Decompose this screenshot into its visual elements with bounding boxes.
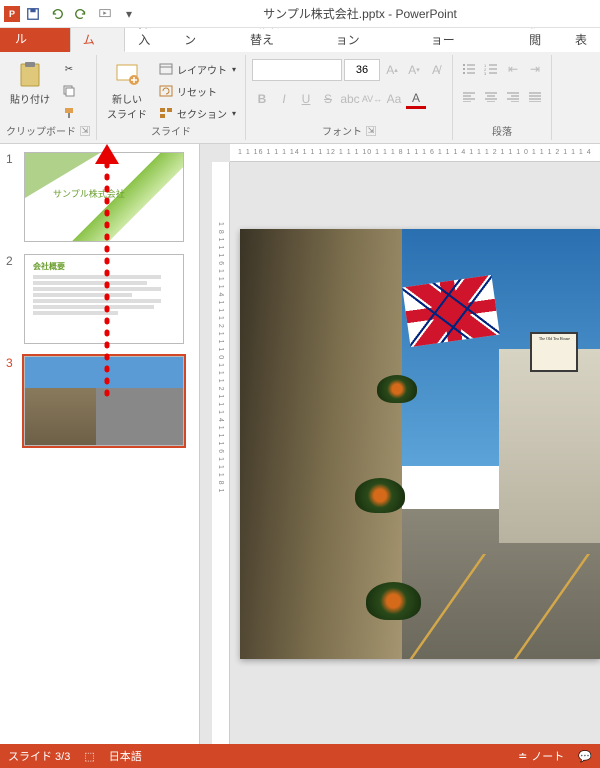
copy-icon — [61, 83, 77, 99]
slide-indicator[interactable]: スライド 3/3 — [8, 748, 70, 764]
status-bar: スライド 3/3 ⬚ 日本語 ≐ ノート 💬 — [0, 744, 600, 768]
increase-font-icon[interactable]: A▴ — [382, 60, 402, 80]
hanging-basket — [377, 375, 417, 403]
paragraph-group-label: 段落 — [492, 123, 512, 138]
shop-sign: The Old Tea House — [530, 332, 578, 372]
increase-indent-button[interactable]: ⇥ — [525, 59, 545, 79]
undo-icon[interactable] — [46, 3, 68, 25]
slide-thumbnails-panel[interactable]: 1 サンプル株式会社 2 会社概要 3 — [0, 144, 200, 744]
language-indicator[interactable]: 日本語 — [109, 748, 142, 764]
redo-icon[interactable] — [70, 3, 92, 25]
section-icon — [158, 105, 174, 121]
thumb-preview: 会社概要 — [24, 254, 184, 344]
clear-formatting-icon[interactable]: A̸ — [426, 60, 446, 80]
scissors-icon: ✂ — [61, 61, 77, 77]
layout-button[interactable]: レイアウト▾ — [155, 59, 239, 79]
format-painter-button[interactable] — [58, 103, 80, 123]
thumb-number: 1 — [6, 152, 18, 242]
paste-label: 貼り付け — [10, 91, 50, 106]
group-clipboard: 貼り付け ✂ クリップボード ⇲ — [0, 55, 97, 140]
vertical-ruler: 1 8 1 1 1 6 1 1 1 4 1 1 1 2 1 1 1 0 1 1 … — [212, 162, 230, 744]
section-button[interactable]: セクション▾ — [155, 103, 239, 123]
comments-icon[interactable]: 💬 — [578, 750, 592, 763]
window-title: サンプル株式会社.pptx - PowerPoint — [263, 5, 457, 22]
strike-button[interactable]: S — [318, 89, 338, 109]
tab-view[interactable]: 表 — [562, 27, 600, 52]
horizontal-ruler: 1 1 16 1 1 1 14 1 1 1 12 1 1 1 10 1 1 1 … — [230, 144, 600, 162]
thumb-preview — [24, 356, 184, 446]
ribbon: 貼り付け ✂ クリップボード ⇲ 新しい スライド レイアウト▾ リセット セクシ… — [0, 52, 600, 144]
align-left-button[interactable] — [459, 87, 479, 107]
svg-text:3: 3 — [484, 71, 487, 75]
spellcheck-icon[interactable]: ⬚ — [84, 750, 94, 763]
thumb-number: 3 — [6, 356, 18, 446]
font-color-button[interactable]: A — [406, 89, 426, 109]
hanging-basket — [355, 478, 405, 513]
shadow-button[interactable]: abc — [340, 89, 360, 109]
brush-icon — [61, 105, 77, 121]
reset-icon — [158, 83, 174, 99]
underline-button[interactable]: U — [296, 89, 316, 109]
start-from-beginning-icon[interactable] — [94, 3, 116, 25]
qat-dropdown-icon[interactable]: ▾ — [118, 3, 140, 25]
chevron-down-icon: ▾ — [232, 109, 236, 118]
font-group-label: フォント — [322, 123, 362, 138]
thumb-preview: サンプル株式会社 — [24, 152, 184, 242]
font-family-select[interactable] — [252, 59, 342, 81]
workspace: 1 サンプル株式会社 2 会社概要 3 1 1 16 1 1 1 14 1 1 … — [0, 144, 600, 744]
copy-button[interactable] — [58, 81, 80, 101]
align-center-button[interactable] — [481, 87, 501, 107]
slide-image: The Old Tea House — [240, 229, 600, 659]
group-paragraph: 123 ⇤ ⇥ 段落 — [453, 55, 552, 140]
layout-icon — [158, 61, 174, 77]
paste-button[interactable]: 貼り付け — [6, 59, 54, 108]
union-jack-flag — [402, 275, 499, 347]
new-slide-label: 新しい スライド — [107, 91, 147, 121]
hanging-basket — [366, 582, 421, 620]
decrease-indent-button[interactable]: ⇤ — [503, 59, 523, 79]
bold-button[interactable]: B — [252, 89, 272, 109]
slide-editor[interactable]: 1 1 16 1 1 1 14 1 1 1 12 1 1 1 10 1 1 1 … — [200, 144, 600, 744]
justify-button[interactable] — [525, 87, 545, 107]
save-icon[interactable] — [22, 3, 44, 25]
thumbnail-1[interactable]: 1 サンプル株式会社 — [6, 152, 193, 242]
clipboard-icon — [16, 61, 44, 89]
current-slide[interactable]: The Old Tea House — [240, 229, 600, 659]
slides-group-label: スライド — [151, 123, 191, 138]
italic-button[interactable]: I — [274, 89, 294, 109]
thumb-number: 2 — [6, 254, 18, 344]
ribbon-tabs: ファイル ホーム 挿入 デザイン 画面切り替え アニメーション スライド ショー… — [0, 28, 600, 52]
group-font: A▴ A▾ A̸ B I U S abc AV↔ Aa A フォント ⇲ — [246, 55, 453, 140]
new-slide-icon — [113, 61, 141, 89]
numbering-button[interactable]: 123 — [481, 59, 501, 79]
thumbnail-3[interactable]: 3 — [6, 356, 193, 446]
font-size-select[interactable] — [344, 59, 380, 81]
cut-button[interactable]: ✂ — [58, 59, 80, 79]
change-case-button[interactable]: Aa — [384, 89, 404, 109]
thumbnail-2[interactable]: 2 会社概要 — [6, 254, 193, 344]
group-slides: 新しい スライド レイアウト▾ リセット セクション▾ スライド — [97, 55, 246, 140]
clipboard-dialog-launcher[interactable]: ⇲ — [80, 126, 90, 136]
quick-access-toolbar: P ▾ — [0, 3, 144, 25]
app-icon: P — [4, 6, 20, 22]
chevron-down-icon: ▾ — [232, 65, 236, 74]
notes-button[interactable]: ≐ ノート — [518, 748, 564, 764]
clipboard-group-label: クリップボード — [6, 123, 76, 138]
char-spacing-button[interactable]: AV↔ — [362, 89, 382, 109]
decrease-font-icon[interactable]: A▾ — [404, 60, 424, 80]
font-dialog-launcher[interactable]: ⇲ — [366, 126, 376, 136]
bullets-button[interactable] — [459, 59, 479, 79]
reset-button[interactable]: リセット — [155, 81, 239, 101]
align-right-button[interactable] — [503, 87, 523, 107]
title-bar: P ▾ サンプル株式会社.pptx - PowerPoint — [0, 0, 600, 28]
new-slide-button[interactable]: 新しい スライド — [103, 59, 151, 123]
